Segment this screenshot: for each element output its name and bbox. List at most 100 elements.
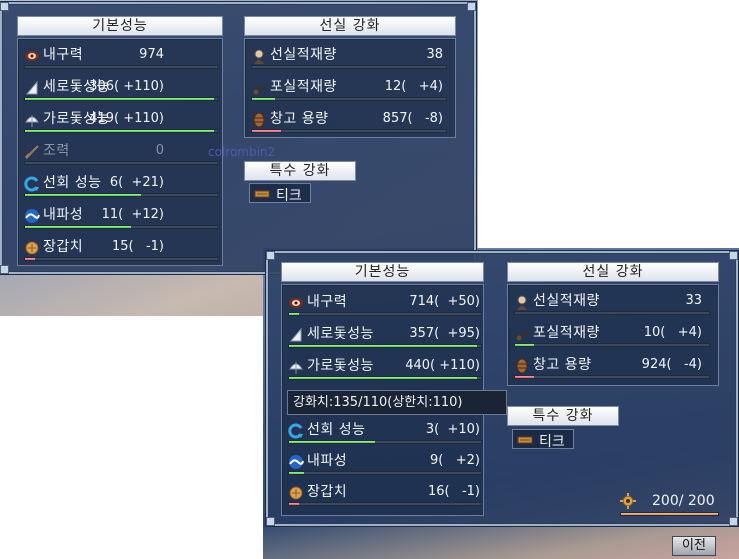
- stat-row: 선실적재량 33: [514, 292, 710, 318]
- stat-label: 포실적재량: [533, 325, 600, 341]
- stat-bar: [514, 311, 710, 315]
- stat-row: 가로돛성능 419( +110): [24, 110, 219, 136]
- stat-bar-fill: [252, 98, 276, 100]
- cannon-icon: [514, 326, 530, 342]
- stat-bar: [288, 471, 482, 475]
- stat-bar-fill: [25, 98, 215, 100]
- stat-label: 선회 성능: [43, 175, 102, 191]
- cargo-icon: [514, 358, 530, 374]
- cargo-icon: [251, 112, 267, 128]
- stat-bar: [251, 129, 447, 133]
- stat-label: 포실적재량: [270, 79, 337, 95]
- stat-row: 세로돛성능 357( +95): [288, 325, 482, 351]
- stat-value: 0: [155, 143, 164, 158]
- wood-plank-icon: [517, 432, 533, 446]
- stat-row: 선회 성능 6( +21): [24, 174, 219, 200]
- panel-corner: [266, 517, 275, 526]
- wave-resistance-icon: [288, 454, 304, 470]
- stat-label: 장갑치: [307, 484, 348, 500]
- gear-icon: [620, 493, 636, 509]
- player-name-overlay: colrombin2: [208, 145, 276, 159]
- stat-value: 419( +110): [89, 111, 164, 126]
- stat-label: 내구력: [307, 294, 348, 310]
- stat-bar-fill: [289, 377, 478, 379]
- stat-value: 440( +110): [405, 358, 480, 373]
- stat-bar: [24, 65, 219, 69]
- panel-corner: [729, 517, 738, 526]
- special-item-teak[interactable]: 티크: [249, 183, 311, 204]
- stat-label: 창고 용량: [270, 111, 329, 127]
- stat-bar-fill: [25, 226, 132, 228]
- stat-label: 세로돛성능: [307, 326, 374, 342]
- fore-aft-sail-icon: [24, 80, 40, 96]
- cannon-icon: [251, 80, 267, 96]
- stat-value: 38: [426, 47, 443, 62]
- previous-button[interactable]: 이전: [672, 536, 716, 556]
- stat-row: 가로돛성능 440( +110): [288, 357, 482, 383]
- stat-bar: [288, 344, 482, 348]
- stat-value: 974: [139, 47, 164, 62]
- stat-row: 선회 성능 3( +10): [288, 421, 482, 447]
- stat-row: 내파성 9( +2): [288, 452, 482, 478]
- stat-bar: [251, 97, 447, 101]
- stat-bar: [24, 257, 219, 261]
- stat-bar-fill: [289, 503, 299, 505]
- stat-bar-fill: [25, 194, 141, 196]
- special-upgrade-header: 특수 강화: [244, 161, 356, 181]
- fore-aft-sail-icon: [288, 327, 304, 343]
- stat-bar-fill: [515, 376, 535, 378]
- panel-corner: [729, 251, 738, 260]
- stat-value: 9( +2): [430, 453, 480, 468]
- stat-bar-fill: [25, 258, 35, 260]
- panel-corner: [0, 2, 9, 11]
- stat-bar-fill: [515, 344, 535, 346]
- stat-label: 선실적재량: [270, 47, 337, 63]
- stat-row: 내구력 714( +50): [288, 293, 482, 319]
- stat-value: 11( +12): [101, 207, 164, 222]
- stat-bar: [251, 65, 447, 69]
- stat-bar: [514, 343, 710, 347]
- stat-value: 16( -1): [427, 484, 480, 499]
- stat-row: 내구력 974: [24, 46, 219, 72]
- stat-row: 조력 0: [24, 142, 219, 168]
- stat-bar: [288, 376, 482, 380]
- stat-value: 714( +50): [409, 294, 480, 309]
- stat-bar: [24, 97, 219, 101]
- stat-row: 포실적재량 10( +4): [514, 324, 710, 350]
- stat-row: 세로돛성능 306( +110): [24, 78, 219, 104]
- crew-icon: [514, 294, 530, 310]
- turning-icon: [24, 176, 40, 192]
- armor-icon: [24, 240, 40, 256]
- basic-performance-header: 기본성능: [281, 262, 484, 282]
- special-item-teak[interactable]: 티크: [512, 429, 574, 450]
- panel-corner: [0, 265, 9, 274]
- stat-row: 장갑치 16( -1): [288, 483, 482, 509]
- stat-bar-fill: [289, 441, 376, 443]
- durability-value: 200/ 200: [652, 493, 715, 509]
- stat-value: 12( +4): [384, 79, 443, 94]
- stat-label: 내파성: [43, 207, 84, 223]
- stat-bar: [24, 161, 219, 165]
- cabin-upgrade-header: 선실 강화: [507, 262, 719, 282]
- stat-value: 306( +110): [89, 79, 164, 94]
- stat-value: 924( -4): [641, 357, 702, 372]
- special-item-label: 티크: [276, 188, 302, 204]
- stat-value: 15( -1): [111, 239, 164, 254]
- stat-label: 창고 용량: [533, 357, 592, 373]
- oar-icon: [24, 144, 40, 160]
- stat-label: 선실적재량: [533, 293, 600, 309]
- stat-row: 선실적재량 38: [251, 46, 447, 72]
- stat-value: 33: [685, 293, 702, 308]
- stat-bar-fill: [289, 313, 299, 315]
- durability-bar-fill: [621, 513, 718, 515]
- stat-bar: [24, 129, 219, 133]
- stat-row: 포실적재량 12( +4): [251, 78, 447, 104]
- stat-row: 창고 용량 924( -4): [514, 356, 710, 382]
- stat-row: 장갑치 15( -1): [24, 238, 219, 264]
- stat-bar: [288, 312, 482, 316]
- stat-value: 6( +21): [109, 175, 164, 190]
- stat-bar-fill: [289, 472, 305, 474]
- stat-bar-fill: [252, 130, 282, 132]
- stat-bar: [24, 225, 219, 229]
- stat-label: 장갑치: [43, 239, 84, 255]
